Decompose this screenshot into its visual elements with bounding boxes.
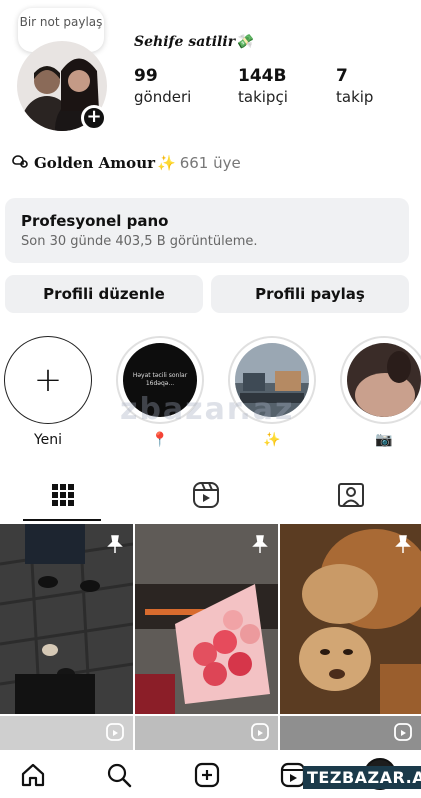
grid-post[interactable] bbox=[135, 716, 278, 754]
page-name: Sehife satilir💸 bbox=[134, 34, 253, 50]
tab-reels[interactable] bbox=[166, 472, 246, 522]
tab-posts[interactable] bbox=[23, 472, 103, 522]
highlight-item[interactable]: 📷 bbox=[338, 336, 421, 448]
home-icon[interactable] bbox=[18, 760, 48, 790]
profile-tabs bbox=[0, 472, 421, 522]
stat-posts[interactable]: 99 gönderi bbox=[134, 66, 191, 106]
watermark: TEZBAZAR.AZ bbox=[303, 766, 421, 789]
watermark-center: zbazar.az bbox=[120, 392, 295, 427]
grid-post[interactable] bbox=[280, 716, 421, 754]
active-tab-indicator bbox=[23, 519, 101, 521]
create-icon[interactable] bbox=[192, 760, 222, 790]
highlight-label: Yeni bbox=[33, 432, 63, 448]
grid-post[interactable] bbox=[0, 716, 133, 754]
channel-emoji: ✨ bbox=[157, 154, 176, 172]
stat-posts-value: 99 bbox=[134, 66, 158, 86]
broadcast-channel[interactable]: Golden Amour ✨ 661 üye bbox=[10, 152, 241, 174]
plus-icon: + bbox=[4, 336, 92, 424]
stat-followers[interactable]: 144B takipçi bbox=[238, 66, 288, 106]
pin-icon bbox=[393, 534, 413, 558]
stat-followers-value: 144B bbox=[238, 66, 287, 86]
stat-followers-label: takipçi bbox=[238, 88, 288, 106]
grid-icon bbox=[51, 483, 75, 511]
grid-post[interactable] bbox=[135, 524, 278, 714]
channel-members: 661 üye bbox=[179, 154, 241, 172]
pin-icon bbox=[105, 534, 125, 558]
reel-badge-icon bbox=[105, 722, 125, 746]
stat-following-value: 7 bbox=[336, 66, 348, 86]
channel-name: Golden Amour bbox=[34, 154, 155, 172]
stat-posts-label: gönderi bbox=[134, 88, 192, 106]
channel-icon bbox=[10, 153, 28, 173]
highlight-label: 📍 bbox=[151, 432, 169, 448]
posts-grid bbox=[0, 524, 421, 754]
reels-icon bbox=[192, 481, 220, 513]
tagged-icon bbox=[337, 481, 365, 513]
share-profile-button[interactable]: Profili paylaş bbox=[211, 275, 409, 313]
grid-post[interactable] bbox=[0, 524, 133, 714]
note-text: Bir not paylaş bbox=[19, 15, 103, 29]
highlight-caption: Həyat təcili sonlar 16dəqə... bbox=[132, 372, 188, 387]
pin-icon bbox=[250, 534, 270, 558]
highlight-label: ✨ bbox=[263, 432, 281, 448]
reel-badge-icon bbox=[250, 722, 270, 746]
highlight-new[interactable]: + Yeni bbox=[2, 336, 94, 448]
highlight-label: 📷 bbox=[375, 432, 393, 448]
search-icon[interactable] bbox=[104, 760, 134, 790]
tab-tagged[interactable] bbox=[311, 472, 391, 522]
add-story-button[interactable]: + bbox=[81, 105, 107, 131]
stat-following[interactable]: 7 takip bbox=[336, 66, 373, 106]
grid-post[interactable] bbox=[280, 524, 421, 714]
dashboard-title: Profesyonel pano bbox=[21, 212, 169, 230]
reel-badge-icon bbox=[393, 722, 413, 746]
dashboard-subtitle: Son 30 günde 403,5 B görüntüleme. bbox=[21, 234, 258, 249]
stat-following-label: takip bbox=[336, 88, 374, 106]
edit-profile-button[interactable]: Profili düzenle bbox=[5, 275, 203, 313]
professional-dashboard[interactable]: Profesyonel pano Son 30 günde 403,5 B gö… bbox=[5, 198, 409, 263]
